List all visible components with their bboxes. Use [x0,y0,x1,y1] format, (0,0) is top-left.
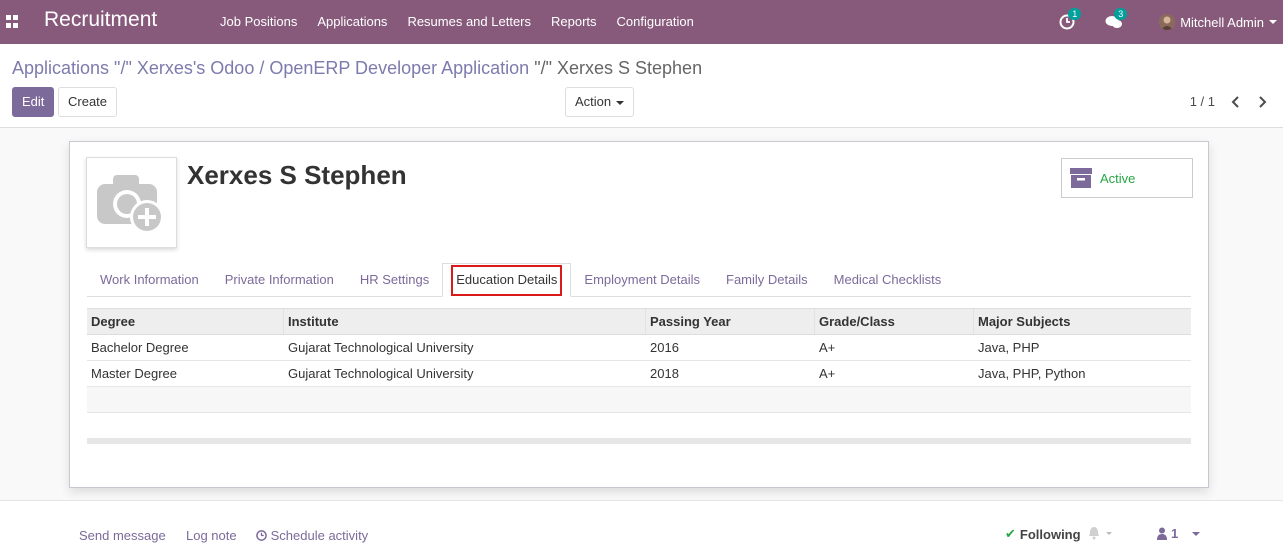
tab-private-information[interactable]: Private Information [212,263,347,296]
chevron-left-icon[interactable] [1229,95,1243,109]
archive-icon [1070,168,1092,188]
active-status-label: Active [1100,170,1136,186]
empty-table-row [87,387,1191,413]
create-button[interactable]: Create [58,87,118,117]
following-label: Following [1019,526,1081,542]
breadcrumb-parent[interactable]: Applications "/" Xerxes's Odoo / OpenERP… [12,58,529,78]
action-label: Action [575,94,612,109]
systray: 1 3 Mitchell Admin [1059,0,1283,44]
education-table: Degree Institute Passing Year Grade/Clas… [87,308,1191,444]
tab-medical-checklists[interactable]: Medical Checklists [821,263,955,296]
check-icon: ✔ [1005,526,1016,541]
form-view: Xerxes S Stephen Active Work Information… [0,128,1283,500]
apps-menu-icon[interactable] [6,15,19,28]
control-panel: Applications "/" Xerxes's Odoo / OpenERP… [0,44,1283,128]
followers-button[interactable]: 1 [1157,526,1201,541]
messages-icon[interactable]: 3 [1105,8,1128,30]
column-header-degree[interactable]: Degree [87,309,284,334]
tab-family-details[interactable]: Family Details [713,263,821,296]
following-button[interactable]: ✔ Following [1005,526,1081,542]
table-footer [87,438,1191,444]
menu-reports[interactable]: Reports [541,0,607,44]
cell-degree: Bachelor Degree [91,340,189,355]
action-dropdown[interactable]: Action [565,87,635,117]
edit-button[interactable]: Edit [12,87,55,117]
tab-work-information[interactable]: Work Information [87,263,212,296]
user-icon [1157,527,1167,540]
column-header-grade-class[interactable]: Grade/Class [815,309,974,334]
chatter: Send message Log note Schedule activity … [0,500,1283,555]
cell-major-subjects: Java, PHP, Python [978,366,1086,381]
cell-degree: Master Degree [91,366,177,381]
chevron-right-icon[interactable] [1255,95,1269,109]
schedule-activity-label: Schedule activity [270,528,369,543]
form-tabs: Work Information Private Information HR … [87,263,1191,297]
subscription-bell-icon[interactable] [1088,526,1116,540]
applicant-image[interactable] [86,157,177,248]
menu-job-positions[interactable]: Job Positions [210,0,307,44]
menu-configuration[interactable]: Configuration [607,0,704,44]
breadcrumb: Applications "/" Xerxes's Odoo / OpenERP… [12,58,702,79]
cell-passing-year: 2016 [650,340,679,355]
breadcrumb-separator: "/" [534,58,552,78]
applicant-name: Xerxes S Stephen [187,160,407,190]
cell-grade: A+ [819,340,836,355]
tab-employment-details[interactable]: Employment Details [571,263,713,296]
column-header-passing-year[interactable]: Passing Year [646,309,815,334]
tab-education-details-label: Education Details [451,264,563,296]
pager-value[interactable]: 1 / 1 [1190,94,1215,109]
send-message-button[interactable]: Send message [79,528,166,543]
menu-resumes-and-letters[interactable]: Resumes and Letters [397,0,541,44]
app-title[interactable]: Recruitment [44,8,157,32]
user-name: Mitchell Admin [1180,14,1264,30]
camera-plus-icon [97,175,164,234]
activity-clock-icon[interactable]: 1 [1059,8,1082,30]
cell-major-subjects: Java, PHP [978,340,1040,355]
cell-passing-year: 2018 [650,366,679,381]
main-menu: Job Positions Applications Resumes and L… [210,0,704,44]
tab-hr-settings[interactable]: HR Settings [347,263,442,296]
followers-count: 1 [1171,526,1179,541]
active-toggle-button[interactable]: Active [1061,158,1193,198]
table-header: Degree Institute Passing Year Grade/Clas… [87,308,1191,335]
cell-institute: Gujarat Technological University [288,340,474,355]
tab-education-details[interactable]: Education Details [442,263,572,297]
activity-count-badge: 1 [1068,8,1082,20]
form-sheet: Xerxes S Stephen Active Work Information… [69,141,1209,488]
menu-applications[interactable]: Applications [307,0,397,44]
message-count-badge: 3 [1114,8,1128,20]
cell-grade: A+ [819,366,836,381]
user-caret-icon [1269,20,1277,24]
user-avatar [1159,14,1176,30]
column-header-institute[interactable]: Institute [284,309,646,334]
table-row[interactable]: Master Degree Gujarat Technological Univ… [87,361,1191,387]
column-header-major-subjects[interactable]: Major Subjects [974,309,1191,334]
cell-institute: Gujarat Technological University [288,366,474,381]
user-menu[interactable]: Mitchell Admin [1159,14,1277,30]
schedule-activity-button[interactable]: Schedule activity [256,528,368,543]
action-caret-icon [616,100,625,105]
followers-caret-icon [1192,531,1201,536]
pager: 1 / 1 [1190,94,1269,109]
log-note-button[interactable]: Log note [186,528,237,543]
table-row[interactable]: Bachelor Degree Gujarat Technological Un… [87,335,1191,361]
breadcrumb-current: Xerxes S Stephen [556,58,703,78]
top-navbar: Recruitment Job Positions Applications R… [0,0,1283,44]
clock-icon [256,530,267,541]
